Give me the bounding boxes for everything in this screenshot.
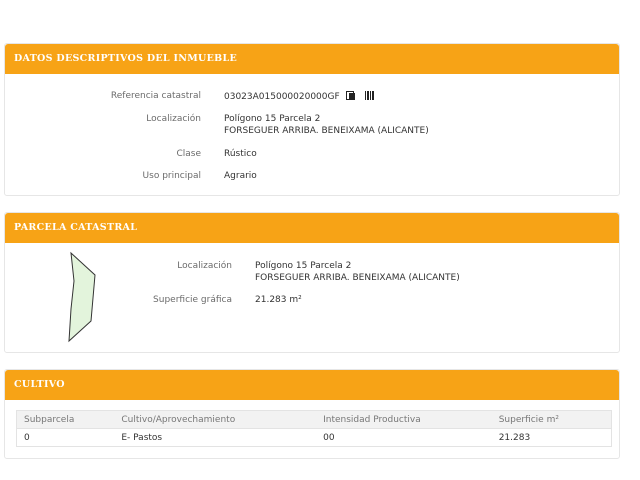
referencia-value: 03023A015000020000GF [224, 92, 340, 102]
table-header-row: Subparcela Cultivo/Aprovechamiento Inten… [16, 410, 612, 429]
referencia-icons [345, 91, 376, 105]
localizacion-line1: Polígono 15 Parcela 2 [224, 114, 321, 124]
table-cell: 21.283 [491, 428, 612, 447]
parcela-localizacion-value: Polígono 15 Parcela 2 FORSEGUER ARRIBA. … [255, 261, 460, 284]
barcode-icon[interactable] [365, 91, 376, 100]
copy-icon[interactable] [345, 91, 355, 100]
parcela-localizacion-label: Localización [177, 261, 232, 271]
parcela-localizacion-line1: Polígono 15 Parcela 2 [255, 261, 352, 271]
cultivo-panel: CULTIVO Subparcela Cultivo/Aprovechamien… [4, 369, 620, 459]
column-header: Intensidad Productiva [316, 410, 492, 429]
inmueble-header: DATOS DESCRIPTIVOS DEL INMUEBLE [5, 44, 619, 74]
clase-value: Rústico [224, 149, 257, 159]
table-cell: 0 [16, 428, 115, 447]
uso-label: Uso principal [142, 171, 201, 181]
parcel-shape [68, 251, 96, 343]
parcela-panel: PARCELA CATASTRAL Localización Polígono … [4, 212, 620, 353]
referencia-value-wrap: 03023A015000020000GF [224, 91, 376, 105]
table-cell: E- Pastos [114, 428, 317, 447]
superficie-value: 21.283 m² [255, 295, 302, 305]
column-header: Subparcela [16, 410, 115, 429]
localizacion-value: Polígono 15 Parcela 2 FORSEGUER ARRIBA. … [224, 114, 429, 137]
column-header: Cultivo/Aprovechamiento [114, 410, 317, 429]
parcel-plot[interactable] [55, 251, 115, 343]
parcela-localizacion-line2: FORSEGUER ARRIBA. BENEIXAMA (ALICANTE) [255, 272, 460, 283]
localizacion-label: Localización [146, 114, 201, 124]
column-header: Superficie m² [491, 410, 612, 429]
table-row: 0 E- Pastos 00 21.283 [16, 428, 612, 447]
parcela-header: PARCELA CATASTRAL [5, 213, 619, 243]
localizacion-line2: FORSEGUER ARRIBA. BENEIXAMA (ALICANTE) [224, 125, 429, 136]
cultivo-table: Subparcela Cultivo/Aprovechamiento Inten… [16, 410, 612, 447]
referencia-label: Referencia catastral [110, 91, 201, 101]
inmueble-panel: DATOS DESCRIPTIVOS DEL INMUEBLE Referenc… [4, 43, 620, 196]
table-cell: 00 [316, 428, 492, 447]
clase-label: Clase [176, 149, 201, 159]
superficie-label: Superficie gráfica [153, 295, 232, 305]
cultivo-header: CULTIVO [5, 370, 619, 400]
uso-value: Agrario [224, 171, 257, 181]
